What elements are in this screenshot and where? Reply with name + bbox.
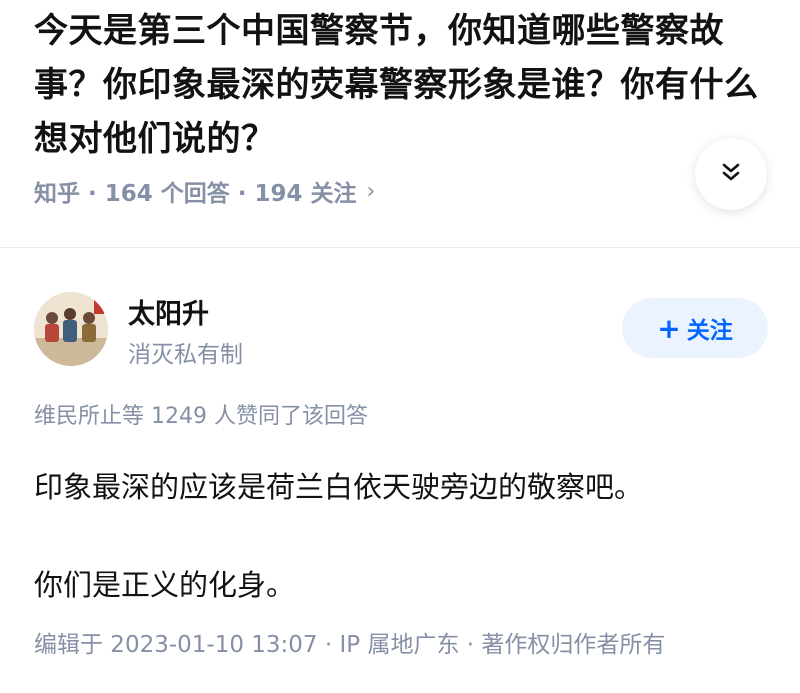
question-stats: 知乎 · 164 个回答 · 194 关注	[34, 181, 357, 207]
answer-paragraph: 印象最深的应该是荷兰白依天驶旁边的敬察吧。	[34, 470, 644, 504]
answer-footer-meta: 编辑于 2023-01-10 13:07 · IP 属地广东 · 著作权归作者所…	[34, 632, 666, 658]
chevron-right-icon: ›	[366, 178, 376, 204]
plus-icon: +	[657, 311, 681, 345]
answer-paragraph: 你们是正义的化身。	[34, 568, 296, 602]
avatar[interactable]	[34, 292, 108, 366]
question-title: 今天是第三个中国警察节，你知道哪些警察故事？你印象最深的荧幕警察形象是谁？你有什…	[34, 11, 759, 159]
author-name[interactable]: 太阳升	[128, 292, 209, 331]
author-bio: 消灭私有制	[128, 342, 243, 368]
double-chevron-down-icon	[718, 159, 744, 189]
question-meta[interactable]: 知乎 · 164 个回答 · 194 关注 ›	[34, 174, 375, 208]
follow-button[interactable]: + 关注	[622, 298, 768, 358]
follow-label: 关注	[686, 318, 733, 344]
vote-summary: 维民所止等 1249 人赞同了该回答	[34, 404, 368, 429]
expand-question-button[interactable]	[695, 138, 767, 210]
section-divider	[0, 247, 800, 248]
